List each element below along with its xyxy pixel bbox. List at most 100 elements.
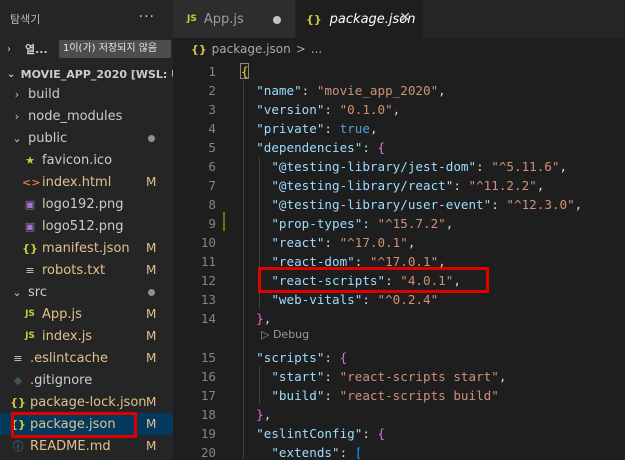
code-line[interactable]: 13 "web-vitals": "^0.2.4" <box>173 290 625 309</box>
git-status-badge: M <box>146 175 157 189</box>
tab-label: App.js <box>203 11 244 27</box>
tree-item-label: node_modules <box>28 108 123 124</box>
tree-item-label: index.html <box>42 174 112 190</box>
code-token: : <box>339 445 355 460</box>
line-source: "eslintConfig": { <box>241 424 385 443</box>
code-line[interactable]: 4 "private": true, <box>173 119 625 138</box>
code-line[interactable]: 2 "name": "movie_app_2020", <box>173 81 625 100</box>
line-number: 19 <box>200 426 216 441</box>
tree-item-label: manifest.json <box>42 240 130 256</box>
line-number: 16 <box>200 369 216 384</box>
tree-file[interactable]: JS index.js M <box>0 325 173 347</box>
tree-file[interactable]: ⓘ README.md M <box>0 435 173 457</box>
more-actions-icon[interactable]: ··· <box>139 9 155 25</box>
tree-folder[interactable]: › build <box>0 83 173 105</box>
tree-item-label: build <box>28 86 60 102</box>
line-number: 5 <box>208 140 216 155</box>
line-source: "react-scripts": "4.0.1", <box>241 271 461 290</box>
code-line[interactable]: 12 "react-scripts": "4.0.1", <box>173 271 625 290</box>
code-line[interactable]: 15 "scripts": { <box>173 348 625 367</box>
git-status-badge: M <box>146 417 157 431</box>
tree-folder[interactable]: ⌄ src <box>0 281 173 303</box>
code-line[interactable]: 11 "react-dom": "^17.0.1", <box>173 252 625 271</box>
code-token: : <box>324 235 340 250</box>
tree-file[interactable]: ≡ robots.txt M <box>0 259 173 281</box>
unsaved-badge: 1이(가) 저장되지 않음 <box>59 40 171 58</box>
line-number: 1 <box>208 64 216 79</box>
tree-file[interactable]: {} package-lock.json M <box>0 391 173 413</box>
code-token: "react-scripts start" <box>339 369 499 384</box>
line-number: 8 <box>208 197 216 212</box>
breadcrumb-rest[interactable]: ... <box>311 42 322 56</box>
project-folder-header[interactable]: ⌄ MOVIE_APP_2020 [WSL: U... <box>0 63 173 85</box>
tree-file[interactable]: <> index.html M <box>0 171 173 193</box>
git-status-badge: M <box>146 395 157 409</box>
unsaved-dot-icon[interactable] <box>273 16 281 24</box>
tab-package-json[interactable]: {} package.json ✕ <box>296 0 423 38</box>
html-file-icon: <> <box>22 175 41 189</box>
tree-file[interactable]: ≡ .eslintcache M <box>0 347 173 369</box>
tree-file[interactable]: ◆ .gitignore <box>0 369 173 391</box>
code-token: "4.0.1" <box>400 273 454 288</box>
code-token: , <box>498 369 507 384</box>
code-token: "^17.0.1" <box>339 235 408 250</box>
code-line[interactable]: 17 "build": "react-scripts build" <box>173 386 625 405</box>
line-number: 12 <box>200 273 216 288</box>
line-number: 11 <box>200 254 216 269</box>
code-line[interactable]: 1{ <box>173 62 625 81</box>
tree-file[interactable]: ★ favicon.ico <box>0 149 173 171</box>
tree-item-label: logo192.png <box>42 196 124 212</box>
tree-file[interactable]: {} manifest.json M <box>0 237 173 259</box>
open-editors-section[interactable]: › 열... 1이(가) 저장되지 않음 <box>0 38 173 60</box>
tree-file[interactable]: JS App.js M <box>0 303 173 325</box>
code-line[interactable]: 9 "prop-types": "^15.7.2", <box>173 214 625 233</box>
debug-codelens[interactable]: ▷ Debug <box>261 328 309 341</box>
git-status-badge: M <box>146 351 157 365</box>
code-line[interactable]: 14 }, <box>173 309 625 328</box>
breadcrumb-file[interactable]: package.json <box>212 42 291 56</box>
code-line[interactable]: 10 "react": "^17.0.1", <box>173 233 625 252</box>
json-file-icon: {} <box>10 395 26 409</box>
code-token: : <box>324 388 340 403</box>
line-source: "react-dom": "^17.0.1", <box>241 252 445 271</box>
line-source: "react": "^17.0.1", <box>241 233 415 252</box>
tree-folder[interactable]: ⌄ public <box>0 127 173 149</box>
code-token: , <box>392 102 401 117</box>
code-token: , <box>536 178 545 193</box>
code-token: { <box>241 64 249 79</box>
code-token: : <box>362 426 378 441</box>
line-source: "@testing-library/jest-dom": "^5.11.6", <box>241 157 567 176</box>
code-line[interactable]: 5 "dependencies": { <box>173 138 625 157</box>
tree-item-label: public <box>28 130 68 146</box>
tree-file[interactable]: ▣ logo192.png <box>0 193 173 215</box>
code-line[interactable]: 19 "eslintConfig": { <box>173 424 625 443</box>
code-line[interactable]: 16 "start": "react-scripts start", <box>173 367 625 386</box>
code-line[interactable]: 20 "extends": [ <box>173 443 625 460</box>
code-token: : <box>301 83 317 98</box>
code-token: true <box>339 121 370 136</box>
js-file-icon: JS <box>25 331 35 341</box>
line-number: 4 <box>208 121 216 136</box>
code-line[interactable]: 18 }, <box>173 405 625 424</box>
close-icon[interactable]: ✕ <box>399 10 411 26</box>
code-token: , <box>574 197 583 212</box>
code-line[interactable]: 3 "version": "0.1.0", <box>173 100 625 119</box>
code-line[interactable]: 7 "@testing-library/react": "^11.2.2", <box>173 176 625 195</box>
tree-item-label: .eslintcache <box>30 350 108 366</box>
tree-folder[interactable]: › node_modules <box>0 105 173 127</box>
tab-app-js[interactable]: JS App.js <box>173 0 295 38</box>
code-editor[interactable]: ▷ Debug 1{2 "name": "movie_app_2020", 3 "… <box>173 60 625 460</box>
line-source: "@testing-library/react": "^11.2.2", <box>241 176 544 195</box>
code-line[interactable]: 6 "@testing-library/jest-dom": "^5.11.6"… <box>173 157 625 176</box>
js-file-icon: JS <box>187 14 197 24</box>
code-token: "^17.0.1" <box>369 254 439 269</box>
tree-file[interactable]: ▣ logo512.png <box>0 215 173 237</box>
git-status-badge: M <box>146 241 157 255</box>
code-line[interactable]: 8 "@testing-library/user-event": "^12.3.… <box>173 195 625 214</box>
